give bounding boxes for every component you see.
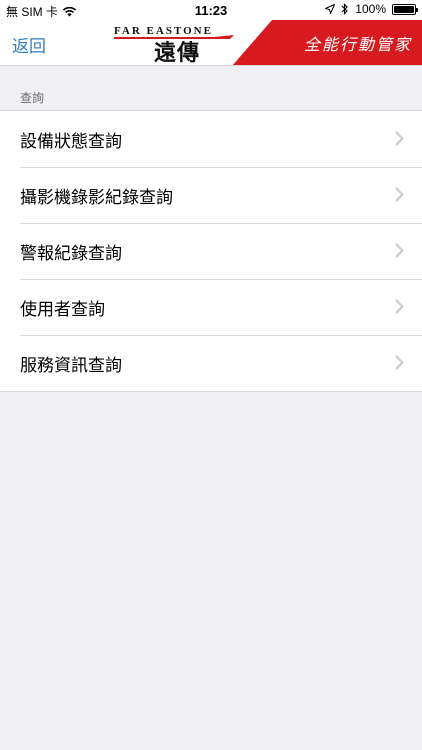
banner-title: 全能行動管家 — [303, 35, 412, 54]
list-item-label: 攝影機錄影紀錄查詢 — [20, 187, 173, 208]
chevron-right-icon — [395, 299, 404, 318]
chevron-right-icon — [395, 187, 404, 206]
location-arrow-icon — [325, 4, 336, 14]
bluetooth-icon — [341, 3, 349, 15]
list-item-device-status[interactable]: 設備狀態查詢 — [0, 111, 422, 167]
brand-logo: FAR EASTONE 遠傳 — [114, 25, 238, 66]
list-item-label: 警報紀錄查詢 — [20, 243, 122, 264]
chevron-right-icon — [395, 243, 404, 262]
list-item-label: 服務資訊查詢 — [20, 355, 122, 376]
list-item-label: 設備狀態查詢 — [20, 131, 122, 152]
red-banner: 全能行動管家 — [232, 20, 422, 65]
nav-bar: 返回 FAR EASTONE 遠傳 全能行動管家 — [0, 20, 422, 66]
list-item-label: 使用者查詢 — [20, 299, 105, 320]
status-right: 100% — [325, 2, 418, 16]
battery-percent: 100% — [355, 2, 386, 16]
chevron-right-icon — [395, 355, 404, 374]
section-header: 查詢 — [20, 91, 45, 105]
query-list: 設備狀態查詢 攝影機錄影紀錄查詢 警報紀錄查詢 使用者查詢 服務資訊查詢 — [0, 110, 422, 392]
brand-chinese: 遠傳 — [154, 40, 201, 66]
list-item-alarm-records[interactable]: 警報紀錄查詢 — [0, 223, 422, 279]
status-bar: 無 SIM 卡 11:23 100% — [0, 0, 422, 20]
back-button[interactable]: 返回 — [12, 32, 46, 57]
chevron-right-icon — [395, 131, 404, 150]
list-item-service-info[interactable]: 服務資訊查詢 — [0, 335, 422, 391]
list-item-camera-recordings[interactable]: 攝影機錄影紀錄查詢 — [0, 167, 422, 223]
battery-icon — [392, 3, 418, 15]
list-item-users[interactable]: 使用者查詢 — [0, 279, 422, 335]
